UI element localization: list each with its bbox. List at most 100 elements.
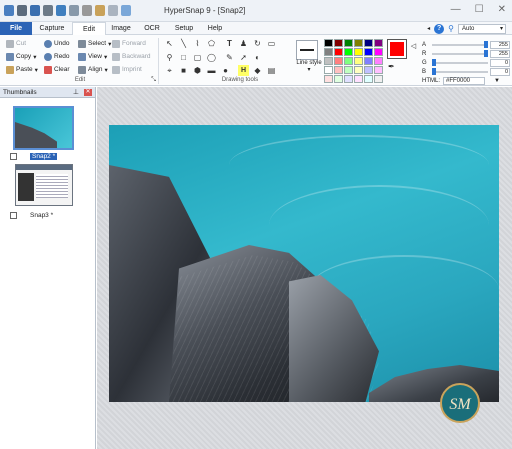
palette-swatch[interactable]: [364, 57, 373, 65]
polygon-tool-icon[interactable]: ⬠: [206, 38, 217, 49]
capture-icon[interactable]: [56, 5, 66, 16]
filled-rect-tool-icon[interactable]: ■: [178, 65, 189, 76]
collapse-ribbon-icon[interactable]: ◂: [427, 25, 430, 32]
palette-swatch[interactable]: [334, 48, 343, 56]
menu-setup[interactable]: Setup: [168, 22, 200, 35]
palette-swatch[interactable]: [364, 39, 373, 47]
folder-icon[interactable]: [95, 5, 105, 16]
palette-swatch[interactable]: [364, 75, 373, 83]
channel-value[interactable]: 0: [490, 67, 510, 76]
palette-swatch[interactable]: [364, 48, 373, 56]
help-icon[interactable]: ?: [434, 23, 445, 34]
region-icon[interactable]: [69, 5, 79, 16]
palette-swatch[interactable]: [324, 57, 333, 65]
line-tool-icon[interactable]: ╲: [178, 38, 189, 49]
palette-swatch[interactable]: [354, 57, 363, 65]
forward-button[interactable]: Forward: [112, 38, 146, 49]
thumbnail-checkbox-snap2[interactable]: [10, 153, 17, 160]
swap-colors-icon[interactable]: ◁: [408, 40, 419, 51]
polyline-tool-icon[interactable]: ⌇: [192, 38, 203, 49]
blur-tool-icon[interactable]: ◆: [252, 65, 263, 76]
pin-icon[interactable]: ⊥: [73, 87, 79, 98]
slider-thumb[interactable]: [484, 40, 488, 48]
fill-tool-icon[interactable]: ◐: [252, 52, 263, 63]
channel-value[interactable]: 255: [490, 49, 510, 58]
palette-swatch[interactable]: [334, 57, 343, 65]
palette-swatch[interactable]: [374, 57, 383, 65]
channel-slider[interactable]: [432, 40, 488, 48]
rounded-rect-tool-icon[interactable]: ▢: [192, 52, 203, 63]
thumbnail-label-snap2[interactable]: Snap2 *: [30, 153, 58, 160]
menu-edit[interactable]: Edit: [72, 22, 106, 35]
maximize-icon[interactable]: ☐: [475, 4, 484, 15]
undo-button[interactable]: Undo: [44, 38, 70, 49]
palette-swatch[interactable]: [354, 75, 363, 83]
palette-swatch[interactable]: [374, 39, 383, 47]
menu-ocr[interactable]: OCR: [138, 22, 166, 35]
pick-tool-icon[interactable]: ⌖: [164, 65, 175, 76]
slider-thumb[interactable]: [432, 67, 436, 75]
undo-icon[interactable]: [108, 5, 118, 16]
thumbnail-snap2[interactable]: [13, 106, 74, 150]
filled-shape-tool-icon[interactable]: ⬢: [192, 65, 203, 76]
menu-image[interactable]: Image: [106, 22, 136, 35]
palette-swatch[interactable]: [324, 66, 333, 74]
palette-swatch[interactable]: [374, 66, 383, 74]
palette-swatch[interactable]: [324, 39, 333, 47]
redo-button[interactable]: Redo: [44, 51, 70, 62]
save-icon[interactable]: [30, 5, 40, 16]
line-style-button[interactable]: Line style ▾: [294, 60, 324, 74]
palette-swatch[interactable]: [344, 57, 353, 65]
refresh-icon[interactable]: [121, 5, 131, 16]
line-style-preview[interactable]: [296, 40, 318, 60]
menu-help[interactable]: Help: [200, 22, 230, 35]
text-tool-icon[interactable]: T: [224, 38, 235, 49]
print-icon[interactable]: [43, 5, 53, 16]
channel-slider[interactable]: [432, 67, 488, 75]
eyedropper-icon[interactable]: ✒: [388, 62, 395, 71]
highlight-tool-icon[interactable]: H: [238, 65, 249, 76]
palette-swatch[interactable]: [334, 66, 343, 74]
slider-thumb[interactable]: [484, 49, 488, 57]
channel-value[interactable]: 255: [490, 40, 510, 49]
minimize-icon[interactable]: —: [451, 4, 461, 15]
channel-slider[interactable]: [432, 58, 488, 66]
erase-tool-icon[interactable]: ▭: [266, 38, 277, 49]
cut-button[interactable]: Cut: [6, 38, 26, 49]
thumbnail-snap3[interactable]: [15, 164, 73, 206]
palette-swatch[interactable]: [344, 48, 353, 56]
ellipse-tool-icon[interactable]: ◯: [206, 52, 217, 63]
rectangle-tool-icon[interactable]: □: [178, 52, 189, 63]
channel-value[interactable]: 0: [490, 58, 510, 67]
palette-swatch[interactable]: [374, 48, 383, 56]
arrow-tool-icon[interactable]: ➚: [238, 52, 249, 63]
pen-tool-icon[interactable]: ✎: [224, 52, 235, 63]
select-button[interactable]: Select ▾: [78, 38, 111, 49]
new-icon[interactable]: [17, 5, 27, 16]
palette-swatch[interactable]: [364, 66, 373, 74]
paste-button[interactable]: Paste ▾: [6, 64, 38, 75]
palette-swatch[interactable]: [344, 75, 353, 83]
align-button[interactable]: Align ▾: [78, 64, 108, 75]
palette-swatch[interactable]: [334, 75, 343, 83]
view-button[interactable]: View ▾: [78, 51, 107, 62]
menu-file[interactable]: File: [0, 22, 32, 35]
channel-slider[interactable]: [432, 49, 488, 57]
html-dropdown-icon[interactable]: ▼: [494, 78, 500, 84]
stamp-tool-icon[interactable]: ♟: [238, 38, 249, 49]
imprint-button[interactable]: Imprint: [112, 64, 142, 75]
foreground-color-swatch[interactable]: [387, 39, 407, 59]
palette-swatch[interactable]: [324, 75, 333, 83]
zoom-tool-icon[interactable]: ⚲: [164, 52, 175, 63]
copy-button[interactable]: Copy ▾: [6, 51, 36, 62]
html-color-input[interactable]: #FF0000: [443, 77, 485, 85]
backward-button[interactable]: Backward: [112, 51, 151, 62]
palette-swatch[interactable]: [344, 66, 353, 74]
filled-rounded-rect-tool-icon[interactable]: ▬: [206, 65, 217, 76]
palette-swatch[interactable]: [354, 39, 363, 47]
thumbnail-checkbox-snap3[interactable]: [10, 212, 17, 219]
palette-swatch[interactable]: [374, 75, 383, 83]
rotate-tool-icon[interactable]: ↻: [252, 38, 263, 49]
pointer-tool-icon[interactable]: ↖: [164, 38, 175, 49]
zoom-select[interactable]: Auto: [458, 23, 506, 34]
